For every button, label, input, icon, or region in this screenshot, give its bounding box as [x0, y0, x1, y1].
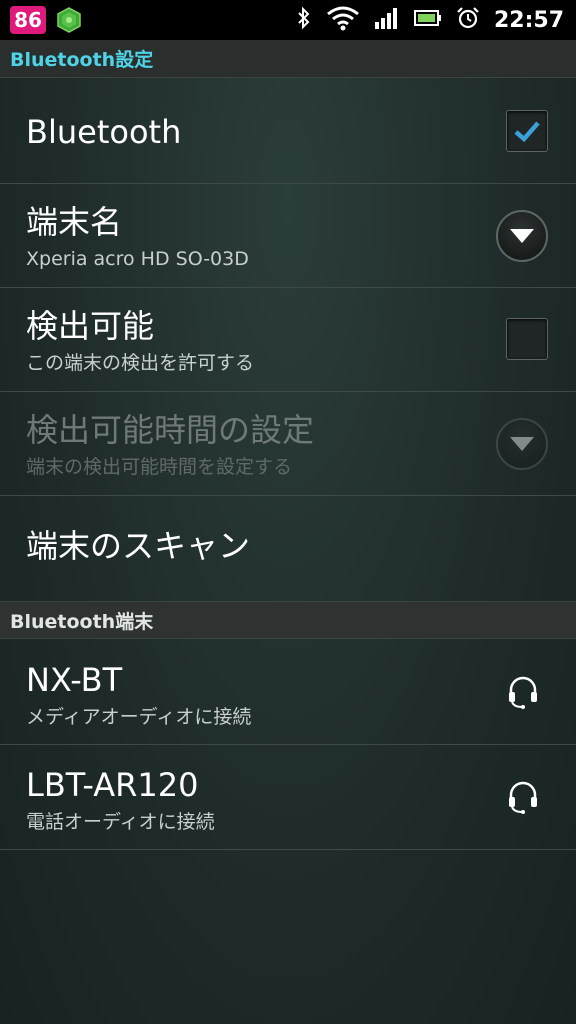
chevron-down-icon — [510, 437, 534, 451]
discoverable-timeout-summary: 端末の検出可能時間を設定する — [26, 456, 293, 478]
app-icon — [56, 7, 82, 33]
device-name-row[interactable]: 端末名 Xperia acro HD SO-03D — [0, 184, 576, 288]
device-status: 電話オーディオに接続 — [26, 811, 215, 833]
bluetooth-toggle-row[interactable]: Bluetooth — [0, 80, 576, 184]
device-name-label: 端末名 — [26, 203, 123, 241]
notification-count-badge: 86 — [10, 6, 46, 34]
paired-device-row[interactable]: NX-BT メディアオーディオに接続 — [0, 640, 576, 745]
discoverable-label: 検出可能 — [26, 307, 155, 345]
scan-devices-row[interactable]: 端末のスキャン — [0, 496, 576, 601]
discoverable-timeout-dropdown — [496, 418, 548, 470]
bluetooth-label: Bluetooth — [26, 113, 182, 151]
wifi-icon — [326, 5, 360, 35]
device-name: NX-BT — [26, 661, 123, 699]
devices-section-header: Bluetooth端末 — [0, 601, 576, 639]
page-title: Bluetooth設定 — [0, 40, 576, 78]
discoverable-timeout-label: 検出可能時間の設定 — [26, 411, 315, 449]
paired-device-row[interactable]: LBT-AR120 電話オーディオに接続 — [0, 745, 576, 850]
device-name-value: Xperia acro HD SO-03D — [26, 248, 249, 270]
headset-icon — [506, 779, 540, 819]
alarm-icon — [456, 6, 480, 34]
battery-icon — [413, 8, 442, 32]
discoverable-timeout-row: 検出可能時間の設定 端末の検出可能時間を設定する — [0, 392, 576, 496]
discoverable-row[interactable]: 検出可能 この端末の検出を許可する — [0, 288, 576, 392]
discoverable-summary: この端末の検出を許可する — [26, 352, 255, 374]
clock: 22:57 — [493, 7, 564, 33]
headset-icon — [506, 674, 540, 714]
discoverable-checkbox[interactable] — [506, 318, 548, 360]
status-bar: 86 22:57 — [0, 0, 576, 40]
chevron-down-icon — [510, 229, 534, 243]
bluetooth-icon — [296, 6, 312, 34]
device-name: LBT-AR120 — [26, 766, 199, 804]
check-icon — [514, 121, 540, 143]
scan-devices-label: 端末のスキャン — [26, 527, 251, 565]
bluetooth-checkbox[interactable] — [506, 110, 548, 152]
device-status: メディアオーディオに接続 — [26, 706, 252, 728]
signal-icon — [374, 6, 400, 34]
device-name-dropdown[interactable] — [496, 210, 548, 262]
